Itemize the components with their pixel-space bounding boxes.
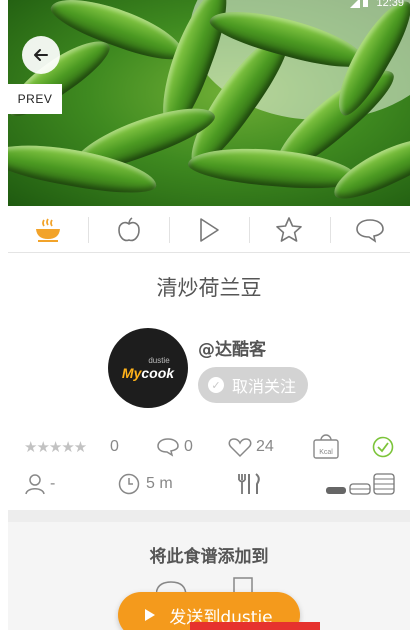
play-arrow-icon bbox=[145, 609, 156, 621]
battery-icon bbox=[363, 0, 368, 7]
servings-person-icon bbox=[24, 470, 46, 498]
signal-icon bbox=[350, 0, 360, 8]
add-to-title: 将此食谱添加到 bbox=[149, 547, 269, 567]
tab-nutrition[interactable] bbox=[88, 207, 168, 252]
tab-favorite[interactable] bbox=[249, 207, 329, 252]
author-username[interactable]: @达酷客 bbox=[198, 335, 266, 360]
comment-count: 0 bbox=[184, 438, 193, 455]
recipe-title: 清炒荷兰豆 bbox=[156, 276, 262, 300]
bottom-banner-strip bbox=[190, 622, 320, 630]
utensils-icon bbox=[236, 470, 262, 498]
rating-stars-icon[interactable]: ★★★★★ bbox=[24, 433, 87, 461]
avatar-small-text: dustie bbox=[148, 355, 170, 365]
arrow-left-icon bbox=[34, 49, 48, 61]
star-icon bbox=[276, 216, 303, 242]
section-divider bbox=[8, 510, 410, 522]
svg-text:Kcal: Kcal bbox=[319, 449, 333, 456]
status-bar: 12:39 bbox=[0, 0, 418, 12]
status-time: 12:39 bbox=[376, 0, 404, 9]
cost-coins-icon bbox=[324, 470, 396, 498]
servings-value: - bbox=[50, 475, 56, 492]
author-avatar[interactable]: dustie Mycook bbox=[108, 328, 188, 408]
cooking-pot-icon bbox=[36, 218, 61, 242]
stats-row-1: ★★★★★ 0 0 24 Kcal bbox=[24, 433, 396, 461]
avatar-brand: Mycook bbox=[121, 364, 175, 381]
tab-comments[interactable] bbox=[329, 207, 410, 252]
check-icon: ✓ bbox=[208, 377, 224, 393]
tab-video[interactable] bbox=[168, 207, 249, 252]
cook-time: 5 m bbox=[146, 475, 173, 492]
play-icon bbox=[200, 217, 219, 242]
kcal-scale-icon[interactable]: Kcal bbox=[312, 433, 340, 461]
comment-icon bbox=[356, 218, 384, 243]
tab-cooking[interactable] bbox=[8, 207, 88, 252]
recipe-photo bbox=[8, 0, 410, 206]
apple-icon bbox=[117, 216, 140, 241]
back-button[interactable] bbox=[22, 36, 60, 74]
stats-row-2: - 5 m bbox=[24, 470, 396, 498]
recipe-tab-bar bbox=[8, 207, 410, 253]
unfollow-button[interactable]: ✓ 取消关注 bbox=[198, 367, 308, 403]
like-count: 24 bbox=[256, 438, 274, 455]
clock-icon bbox=[118, 470, 140, 498]
verified-check-icon bbox=[372, 433, 394, 461]
comment-count-icon[interactable] bbox=[156, 433, 180, 461]
heart-icon[interactable] bbox=[228, 433, 252, 461]
unfollow-label: 取消关注 bbox=[232, 377, 297, 396]
prev-button[interactable]: PREV bbox=[8, 84, 62, 114]
rating-count: 0 bbox=[110, 438, 119, 455]
